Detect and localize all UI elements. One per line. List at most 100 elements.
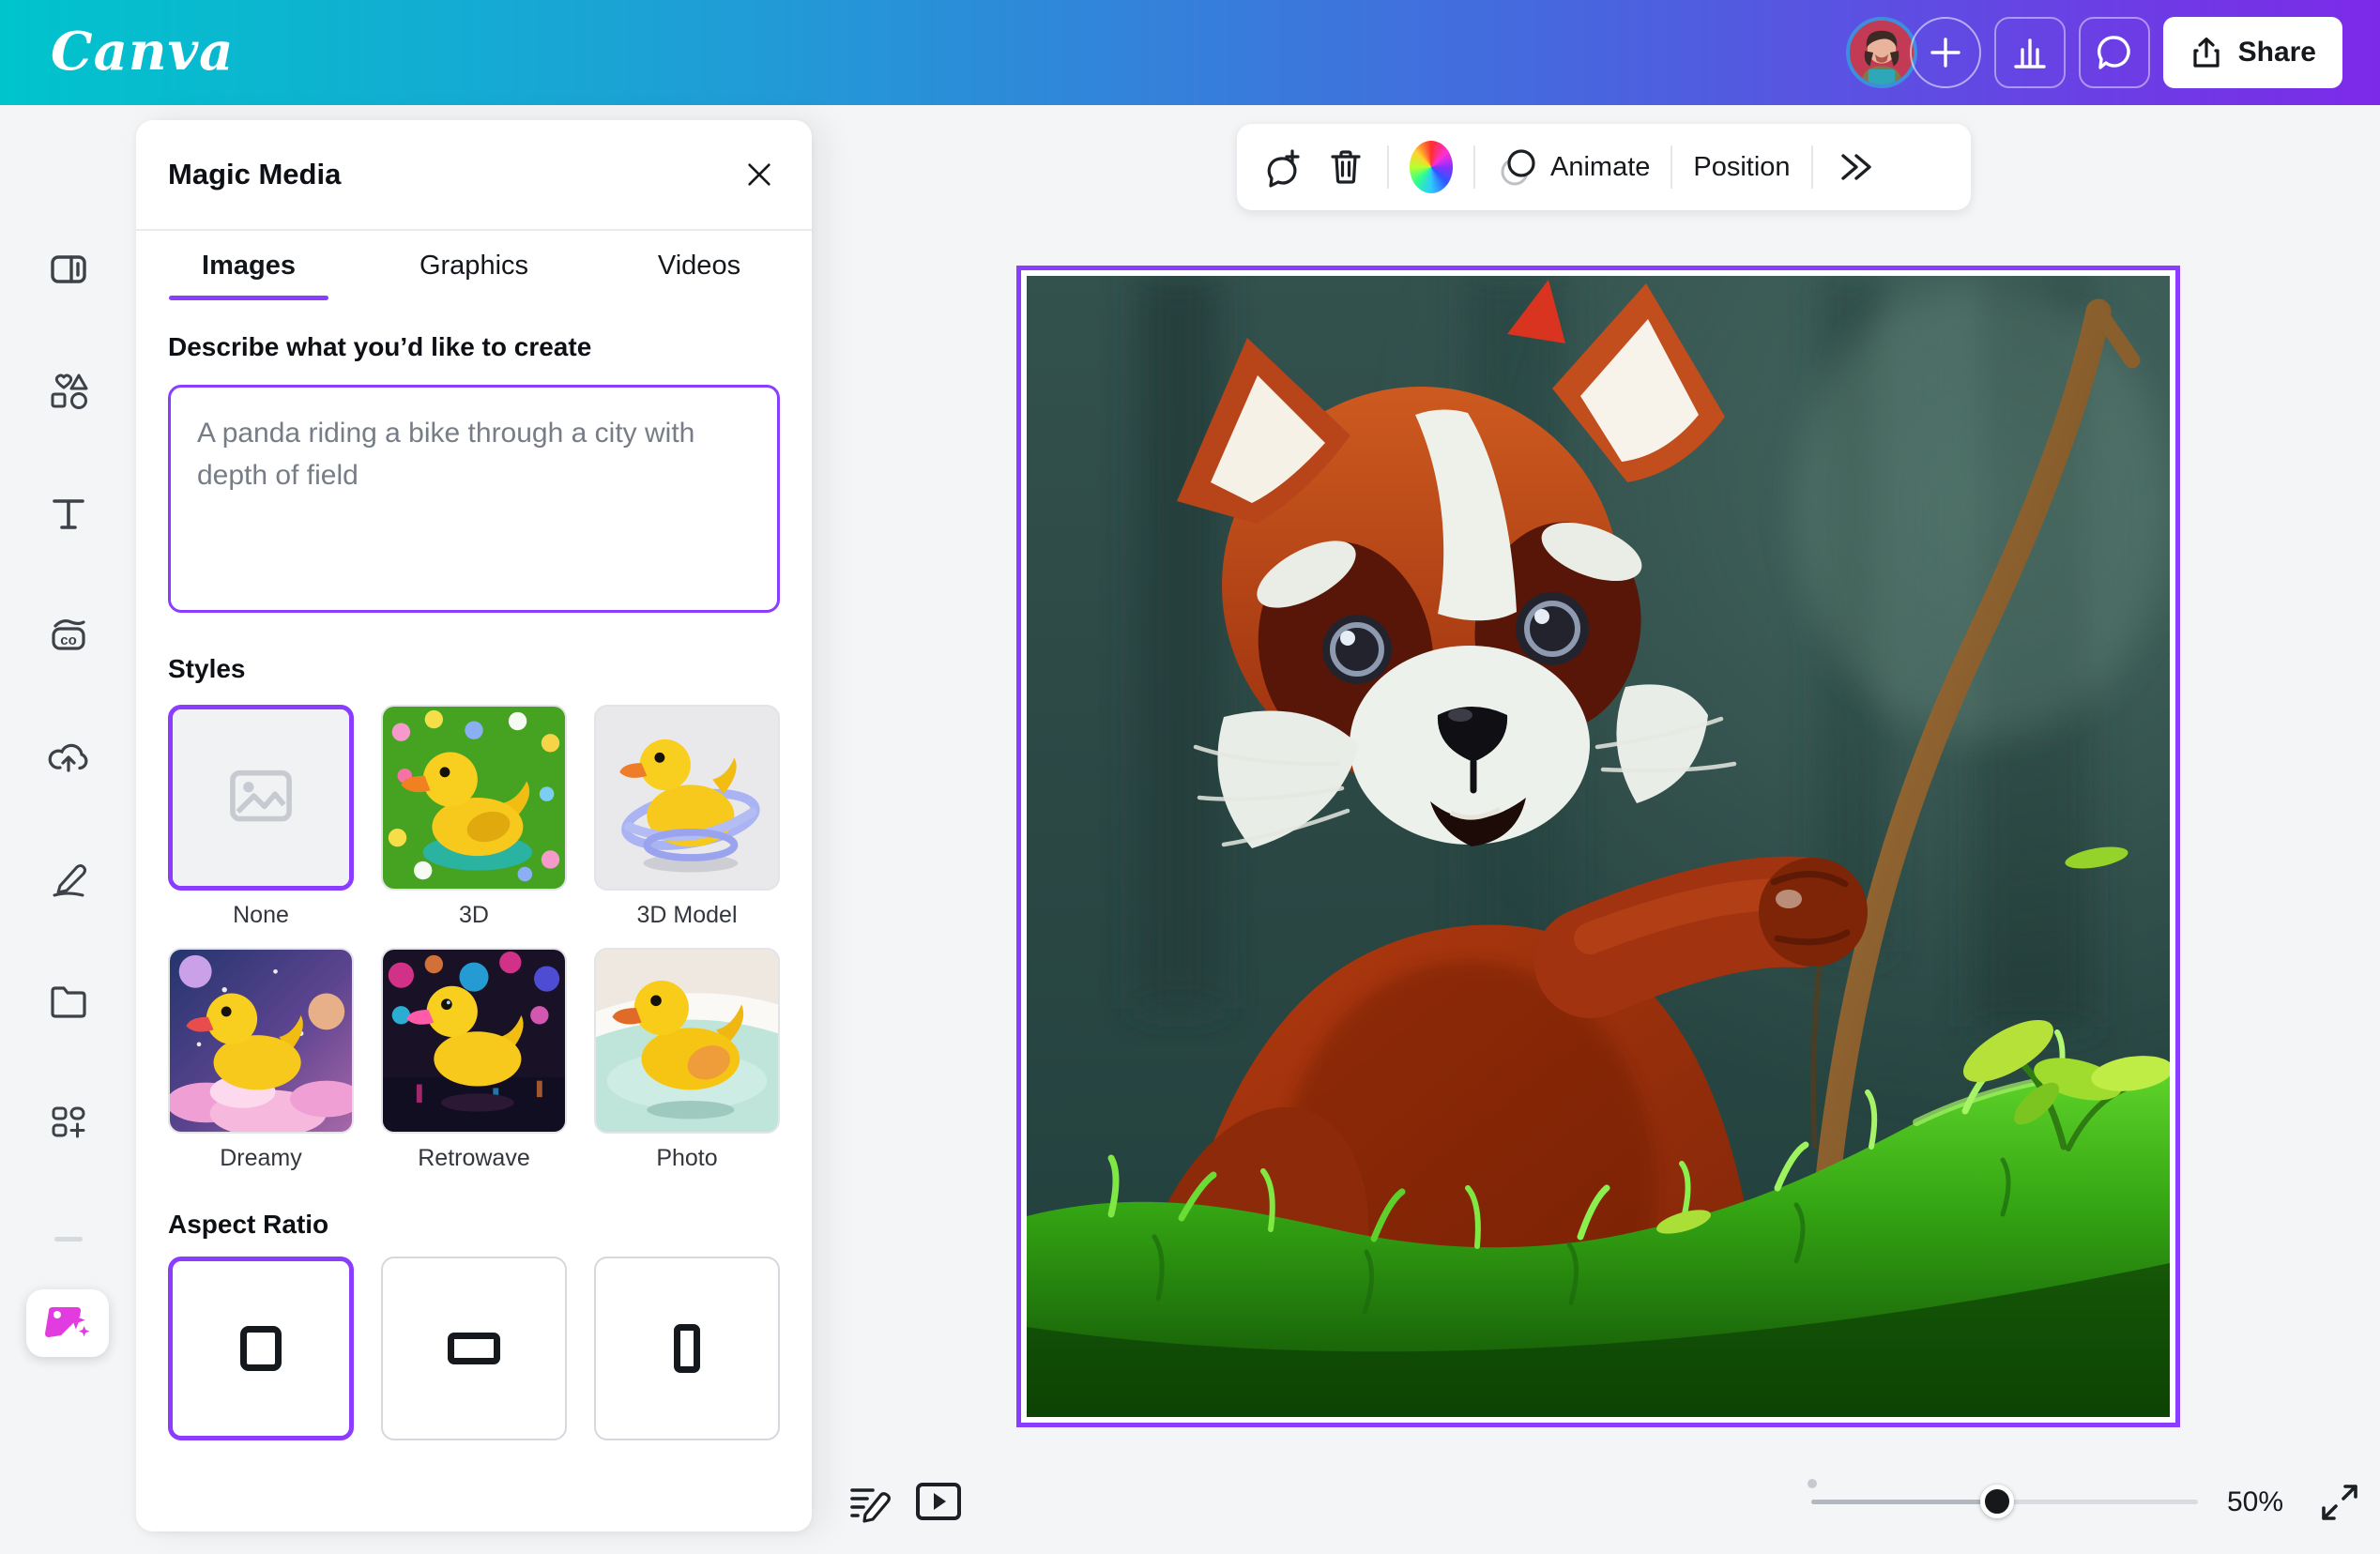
fullscreen-button[interactable] bbox=[2316, 1479, 2363, 1526]
style-thumb-3d[interactable] bbox=[381, 705, 567, 891]
add-member-button[interactable] bbox=[1910, 17, 1981, 88]
style-thumb-dreamy[interactable] bbox=[168, 948, 354, 1134]
bar-chart-icon bbox=[2010, 33, 2050, 72]
canvas-page[interactable] bbox=[1016, 266, 2180, 1427]
tab-videos-label: Videos bbox=[658, 251, 740, 282]
sidebar-item-uploads[interactable] bbox=[47, 736, 90, 779]
style-option-3d[interactable]: 3D bbox=[381, 705, 567, 929]
trash-icon bbox=[1325, 146, 1366, 188]
sidebar-item-magic-media[interactable] bbox=[26, 1289, 109, 1357]
topbar-actions: Share bbox=[1846, 16, 2342, 89]
style-option-photo[interactable]: Photo bbox=[594, 948, 780, 1172]
uploads-cloud-icon bbox=[47, 736, 90, 779]
zoom-slider-knob[interactable] bbox=[1980, 1485, 2014, 1518]
prompt-input[interactable] bbox=[168, 385, 780, 613]
comment-icon bbox=[2094, 32, 2135, 73]
present-button[interactable] bbox=[912, 1477, 965, 1526]
magic-media-panel: Magic Media Images Graphics Videos Descr… bbox=[136, 120, 812, 1531]
describe-label: Describe what you’d like to create bbox=[168, 332, 780, 362]
more-options-button[interactable] bbox=[1834, 148, 1875, 186]
canva-logo[interactable]: Canva bbox=[51, 21, 234, 83]
style-option-none[interactable]: None bbox=[168, 705, 354, 929]
style-thumb-retrowave[interactable] bbox=[381, 948, 567, 1134]
square-ratio-icon bbox=[240, 1326, 282, 1371]
sidebar-item-brand[interactable]: co bbox=[47, 614, 90, 657]
avatar[interactable] bbox=[1846, 17, 1917, 88]
active-tab-underline bbox=[169, 296, 328, 300]
sidebar: co bbox=[0, 105, 136, 1554]
notes-icon bbox=[845, 1477, 893, 1526]
style-thumb-3d-model[interactable] bbox=[594, 705, 780, 891]
style-thumb-none[interactable] bbox=[168, 705, 354, 891]
sidebar-divider bbox=[54, 1237, 83, 1242]
share-label: Share bbox=[2238, 37, 2316, 69]
3d-model-duck-thumbnail bbox=[596, 707, 778, 889]
fullscreen-icon bbox=[2318, 1481, 2361, 1524]
style-label: 3D Model bbox=[594, 902, 780, 929]
sidebar-item-design[interactable] bbox=[47, 248, 90, 291]
tab-images-label: Images bbox=[202, 251, 296, 282]
tab-images[interactable]: Images bbox=[136, 231, 361, 300]
aspect-ratio-options bbox=[168, 1257, 780, 1440]
styles-heading: Styles bbox=[168, 654, 780, 684]
styles-grid: None bbox=[168, 705, 780, 1172]
close-icon bbox=[744, 159, 774, 190]
animate-button[interactable]: Animate bbox=[1496, 145, 1650, 189]
animate-label: Animate bbox=[1550, 152, 1650, 183]
retrowave-duck-thumbnail bbox=[383, 950, 565, 1132]
elements-icon bbox=[47, 370, 90, 413]
zoom-fit-marker bbox=[1808, 1479, 1817, 1488]
sidebar-item-draw[interactable] bbox=[47, 858, 90, 901]
topbar: Canva bbox=[0, 0, 2380, 105]
landscape-ratio-icon bbox=[448, 1333, 500, 1364]
sidebar-item-elements[interactable] bbox=[47, 370, 90, 413]
zoom-level: 50% bbox=[2213, 1486, 2297, 1518]
canva-editor: Canva bbox=[0, 0, 2380, 1554]
double-chevron-icon bbox=[1834, 148, 1875, 186]
close-panel-button[interactable] bbox=[739, 154, 780, 195]
export-icon bbox=[2189, 36, 2223, 69]
insights-button[interactable] bbox=[1994, 17, 2066, 88]
position-button[interactable]: Position bbox=[1693, 152, 1790, 183]
placeholder-image-icon bbox=[173, 709, 349, 886]
sidebar-item-apps[interactable] bbox=[47, 1102, 90, 1145]
notes-button[interactable] bbox=[843, 1475, 895, 1528]
comments-button[interactable] bbox=[2079, 17, 2150, 88]
aspect-option-portrait[interactable] bbox=[594, 1257, 780, 1440]
style-label: 3D bbox=[381, 902, 567, 929]
dreamy-duck-thumbnail bbox=[170, 950, 352, 1132]
position-label: Position bbox=[1693, 152, 1790, 183]
present-play-icon bbox=[914, 1480, 963, 1523]
aspect-option-landscape[interactable] bbox=[381, 1257, 567, 1440]
color-wheel-icon bbox=[1410, 141, 1453, 193]
style-option-retrowave[interactable]: Retrowave bbox=[381, 948, 567, 1172]
style-option-dreamy[interactable]: Dreamy bbox=[168, 948, 354, 1172]
canvas-image[interactable] bbox=[1027, 276, 2170, 1417]
sidebar-item-text[interactable] bbox=[47, 492, 90, 535]
text-icon bbox=[47, 492, 90, 535]
photo-duck-thumbnail bbox=[596, 950, 778, 1132]
panel-tabs: Images Graphics Videos bbox=[136, 231, 812, 300]
toolbar-divider bbox=[1473, 145, 1475, 189]
toolbar-divider bbox=[1671, 145, 1672, 189]
delete-button[interactable] bbox=[1325, 146, 1366, 188]
design-icon bbox=[47, 248, 90, 291]
brand-icon: co bbox=[47, 614, 90, 657]
tab-videos[interactable]: Videos bbox=[587, 231, 812, 300]
tab-graphics[interactable]: Graphics bbox=[361, 231, 587, 300]
animate-icon bbox=[1496, 145, 1539, 189]
draw-pen-icon bbox=[47, 858, 90, 901]
selection-toolbar: Animate Position bbox=[1237, 124, 1971, 210]
style-label: Photo bbox=[594, 1145, 780, 1172]
style-thumb-photo[interactable] bbox=[594, 948, 780, 1134]
tab-graphics-label: Graphics bbox=[420, 251, 528, 282]
color-picker-button[interactable] bbox=[1410, 141, 1453, 193]
toolbar-divider bbox=[1387, 145, 1389, 189]
add-comment-button[interactable] bbox=[1261, 145, 1304, 189]
sidebar-item-projects[interactable] bbox=[47, 980, 90, 1023]
panel-body: Describe what you’d like to create Style… bbox=[136, 300, 812, 1440]
aspect-option-square[interactable] bbox=[168, 1257, 354, 1440]
style-label: Retrowave bbox=[381, 1145, 567, 1172]
style-option-3d-model[interactable]: 3D Model bbox=[594, 705, 780, 929]
share-button[interactable]: Share bbox=[2163, 17, 2342, 88]
